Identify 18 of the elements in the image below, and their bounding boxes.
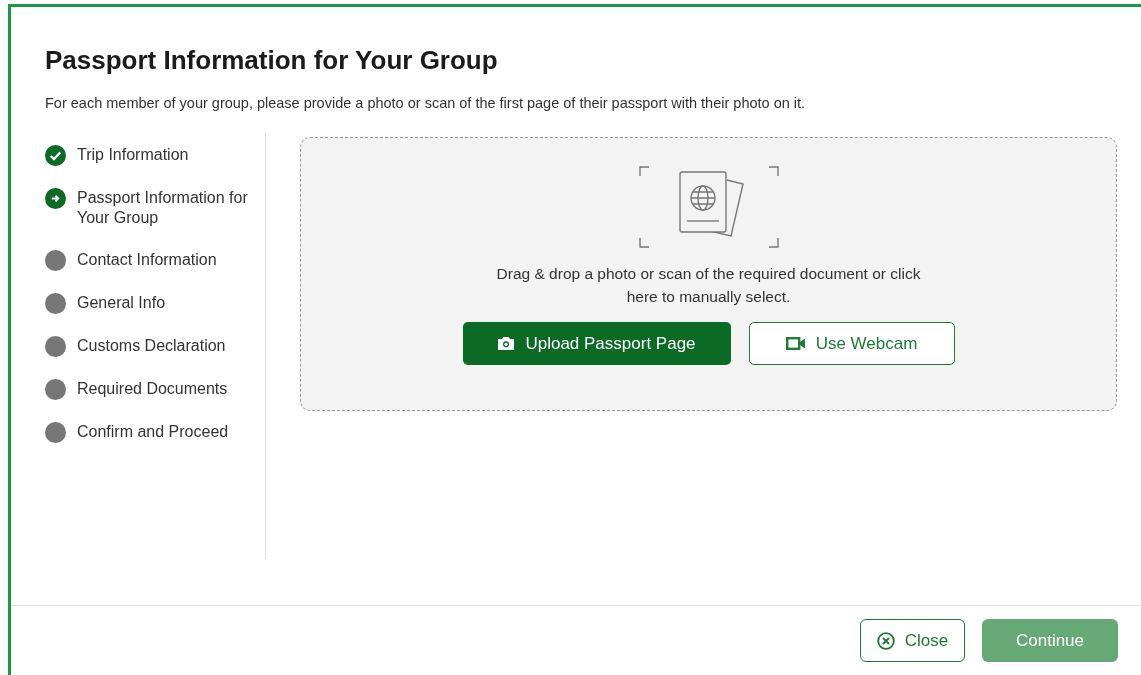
- camera-icon: [497, 336, 516, 351]
- close-button[interactable]: Close: [860, 619, 965, 662]
- upload-button[interactable]: Upload Passport Page: [462, 322, 731, 365]
- passport-icon: [638, 166, 779, 248]
- step-label[interactable]: Contact Information: [77, 250, 217, 270]
- video-camera-icon: [785, 337, 806, 350]
- drop-instructions: Drag & drop a photo or scan of the required document or click here to manually select.: [495, 264, 922, 307]
- page-title: Passport Information for Your Group: [45, 45, 499, 76]
- step-label[interactable]: General Info: [77, 293, 166, 313]
- step-label[interactable]: Customs Declaration: [77, 336, 226, 356]
- close-icon: [876, 631, 895, 650]
- step-label[interactable]: Trip Information: [77, 145, 189, 165]
- step-label[interactable]: Confirm and Proceed: [77, 422, 229, 442]
- webcam-button[interactable]: Use Webcam: [748, 322, 955, 365]
- step-label[interactable]: Passport Information for Your Group: [77, 188, 265, 228]
- step-label[interactable]: Required Documents: [77, 379, 228, 399]
- page-description: For each member of your group, please provide a photo or scan of the first page of their passport with their photo on it.: [45, 95, 807, 111]
- drop-zone[interactable]: Drag & drop a photo or scan of the required document or click here to manually select. Upload Passport Page Use Webcam: [300, 137, 1117, 411]
